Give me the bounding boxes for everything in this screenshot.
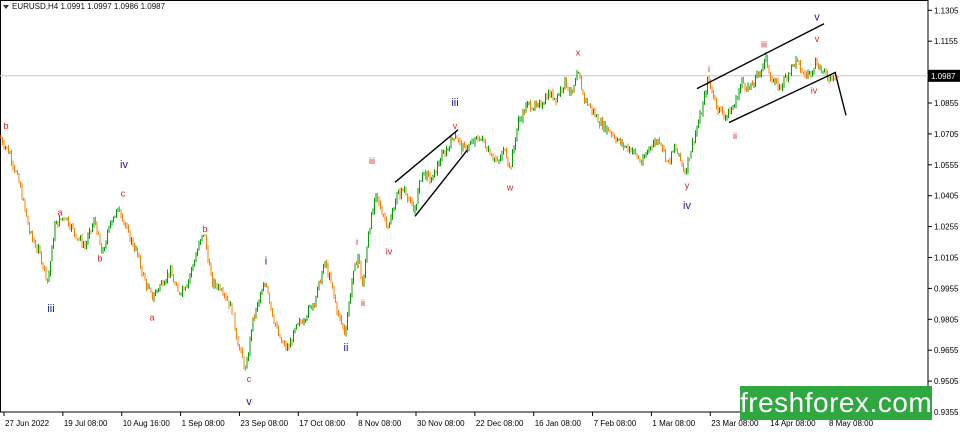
- wave-label: iii: [451, 97, 458, 109]
- y-tick-label: 1.0405: [934, 192, 959, 201]
- x-tick-label: 8 May 08:00: [829, 419, 874, 428]
- x-tick-label: 23 Mar 08:00: [711, 419, 759, 428]
- x-tick-label: 22 Dec 08:00: [476, 419, 524, 428]
- wave-label: iii: [47, 303, 54, 315]
- y-tick-label: 1.1155: [934, 37, 958, 46]
- wave-label: i: [708, 64, 710, 74]
- x-tick-label: 19 Jul 08:00: [64, 419, 108, 428]
- wave-label: iii: [761, 39, 767, 49]
- wave-label: v: [453, 121, 458, 131]
- price-chart-svg: 1.1305 1.1155 1.0855 1.0705 1.0555 1.0405 1.02…: [0, 0, 960, 428]
- chart-header: EURUSD,H4 1.0991 1.0997 1.0986 1.0987: [3, 2, 165, 11]
- watermark-logo: freshforex.com: [740, 386, 933, 420]
- wave-label: i: [265, 256, 267, 268]
- y-tick-label: 1.0855: [934, 99, 959, 108]
- close-value: 1.0987: [140, 2, 166, 11]
- x-tick-label: 14 Apr 08:00: [770, 419, 816, 428]
- y-tick-label: 1.1305: [934, 6, 959, 15]
- y-tick-label: 0.9655: [934, 346, 959, 355]
- y-tick-label: 1.0555: [934, 161, 959, 170]
- y-tick-label: 1.0105: [934, 254, 959, 263]
- y-tick-label: 0.9955: [934, 284, 959, 293]
- wave-label: a: [57, 207, 62, 217]
- y-tick-label: 0.9355: [934, 408, 959, 417]
- x-tick-label: 17 Oct 08:00: [299, 419, 345, 428]
- x-tick-label: 23 Sep 08:00: [240, 419, 288, 428]
- x-tick-label: 10 Aug 16:00: [123, 419, 171, 428]
- wave-label: ii: [361, 298, 365, 308]
- wave-label: b: [3, 121, 8, 131]
- open-value: 1.0991: [60, 2, 85, 11]
- high-value: 1.0997: [87, 2, 112, 11]
- x-tick-label: 7 Feb 08:00: [594, 419, 637, 428]
- wave-label: a: [149, 312, 154, 322]
- x-tick-label: 1 Mar 08:00: [652, 419, 695, 428]
- low-value: 1.0986: [113, 2, 139, 11]
- x-tick-label: 27 Jun 2022: [5, 419, 50, 428]
- wave-label: iv: [683, 200, 691, 212]
- x-tick-label: 8 Nov 08:00: [358, 419, 402, 428]
- x-tick-label: 1 Sep 08:00: [182, 419, 226, 428]
- dropdown-triangle-icon[interactable]: [3, 4, 9, 9]
- wave-label: v: [814, 12, 820, 24]
- y-tick-label: 1.0255: [934, 223, 959, 232]
- wave-label: c: [121, 189, 126, 199]
- wave-label: b: [202, 224, 207, 234]
- wave-label: b: [97, 254, 102, 264]
- x-tick-label: 30 Nov 08:00: [417, 419, 465, 428]
- wave-label: c: [247, 374, 252, 384]
- wave-label: iii: [369, 156, 375, 166]
- chart-area: 1.1305 1.1155 1.0855 1.0705 1.0555 1.0405 1.02…: [0, 0, 960, 432]
- wave-label: y: [685, 180, 690, 190]
- wave-label: x: [576, 48, 581, 58]
- plot-frame: [0, 0, 929, 413]
- wave-label: iv: [811, 86, 818, 96]
- wave-label: ii: [344, 342, 349, 354]
- wave-label: v: [815, 34, 820, 44]
- y-tick-label: 0.9805: [934, 315, 959, 324]
- wave-label: w: [506, 183, 514, 193]
- x-tick-label: 16 Jan 08:00: [535, 419, 582, 428]
- symbol-label: EURUSD,H4: [12, 2, 59, 11]
- current-price-label: 1.0987: [931, 72, 956, 81]
- wave-label: i: [356, 237, 358, 247]
- y-tick-label: 1.0705: [934, 130, 959, 139]
- wave-label: iv: [386, 246, 393, 256]
- wave-label: ii: [733, 131, 737, 141]
- wave-label: v: [246, 396, 252, 408]
- y-tick-label: 0.9505: [934, 377, 959, 386]
- wave-label: iv: [120, 159, 128, 171]
